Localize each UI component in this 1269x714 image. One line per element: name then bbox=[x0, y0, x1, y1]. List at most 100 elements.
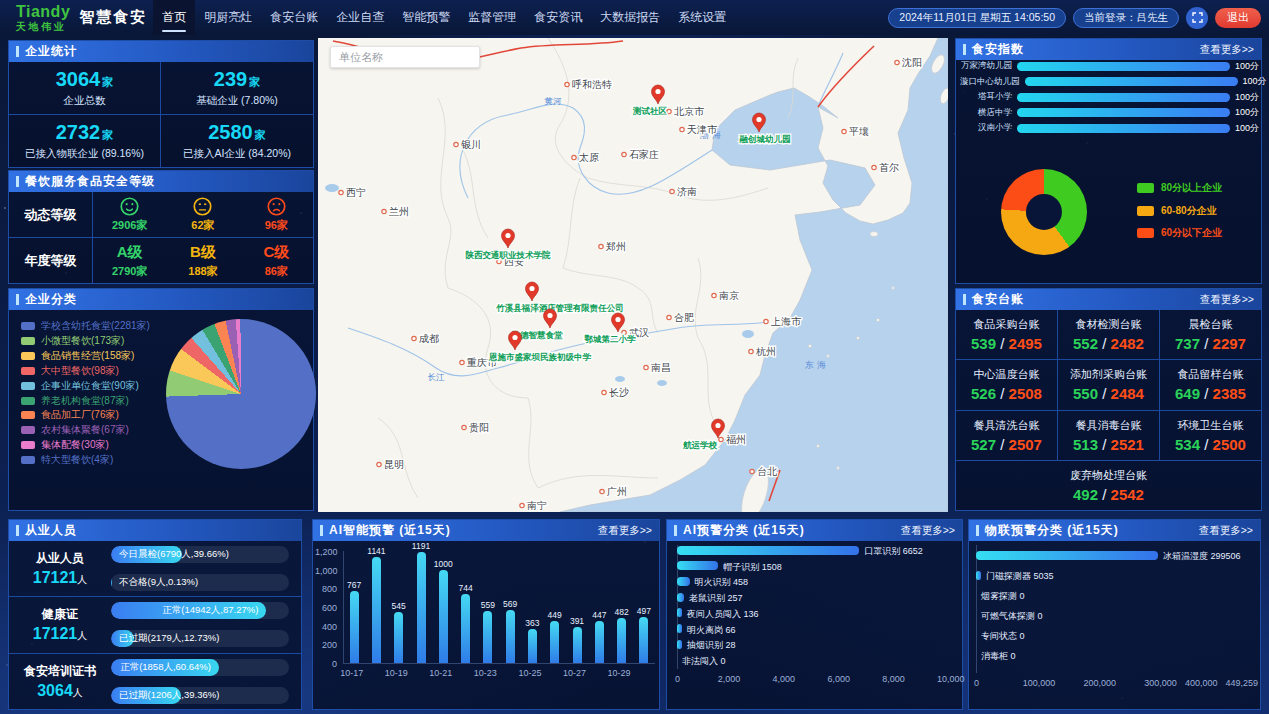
view-more-link[interactable]: 查看更多>> bbox=[1200, 293, 1254, 307]
panel-title: 食安指数 bbox=[972, 41, 1024, 58]
category-bar bbox=[677, 561, 718, 570]
nav-item-食安资讯[interactable]: 食安资讯 bbox=[525, 0, 591, 35]
index-name: 万家湾幼儿园 bbox=[960, 60, 1012, 72]
logout-button[interactable]: 退出 bbox=[1215, 8, 1261, 28]
x-axis-label: 10-19 bbox=[385, 668, 408, 678]
category-bar bbox=[677, 546, 859, 555]
trend-bar-value: 482 bbox=[614, 607, 628, 617]
x-axis-label: 200,000 bbox=[1084, 678, 1117, 688]
city-label: 贵阳 bbox=[469, 422, 489, 433]
city-marker bbox=[412, 336, 416, 340]
trend-bar bbox=[372, 557, 381, 663]
view-more-link[interactable]: 查看更多>> bbox=[1200, 43, 1254, 57]
city-label: 昆明 bbox=[384, 459, 404, 470]
index-bar-track bbox=[1017, 62, 1230, 71]
legend-item: 学校含幼托食堂(2281家) bbox=[21, 320, 150, 332]
stat-label: 已接入AI企业 (84.20%) bbox=[183, 147, 291, 161]
china-map[interactable]: 渤海东海黄河长江沈阳呼和浩特北京市天津市石家庄太原济南银川西宁兰州郑州西安南京合… bbox=[318, 38, 948, 512]
category-label: 明火识别 458 bbox=[695, 576, 749, 589]
city-label: 沈阳 bbox=[901, 57, 922, 68]
city-label: 杭州 bbox=[755, 346, 776, 357]
trend-bar bbox=[483, 611, 492, 663]
city-label: 长沙 bbox=[609, 387, 629, 398]
fullscreen-button[interactable] bbox=[1186, 7, 1208, 29]
nav-item-首页[interactable]: 首页 bbox=[153, 0, 195, 35]
staff-label: 食安培训证书 bbox=[24, 663, 96, 680]
city-marker bbox=[667, 109, 671, 113]
trend-bar-value: 449 bbox=[548, 610, 562, 620]
nav-item-智能预警[interactable]: 智能预警 bbox=[393, 0, 459, 35]
city-label: 合肥 bbox=[674, 312, 694, 323]
donut-legend-label: 60-80分企业 bbox=[1161, 204, 1217, 218]
legend-label: 特大型餐饮(4家) bbox=[41, 453, 113, 467]
nav-item-监督管理[interactable]: 监督管理 bbox=[459, 0, 525, 35]
nav-item-食安台账[interactable]: 食安台账 bbox=[261, 0, 327, 35]
category-label: 可燃气体探测 0 bbox=[981, 610, 1043, 623]
app-title: 智慧食安 bbox=[79, 8, 147, 27]
tiandy-logo: Tiandy 天地伟业 bbox=[16, 4, 70, 32]
nav-item-企业自查[interactable]: 企业自查 bbox=[327, 0, 393, 35]
category-bar bbox=[976, 571, 981, 580]
category-label: 夜间人员闯入 136 bbox=[687, 608, 759, 621]
legend-label: 企事业单位食堂(90家) bbox=[41, 379, 139, 393]
y-axis-line bbox=[976, 545, 977, 673]
site-pin-label: 测试社区 bbox=[632, 106, 668, 116]
index-row: 塔耳小学 100分 bbox=[960, 91, 1261, 103]
current-user-badge: 当前登录：吕先生 bbox=[1073, 8, 1179, 28]
x-axis-label: 10-25 bbox=[518, 668, 541, 678]
staff-row: 健康证 17121人 正常(14942人,87.27%) 已过期(2179人,12.7… bbox=[9, 597, 301, 653]
dynamic-grade-item: 62家 bbox=[166, 192, 239, 237]
nav-item-系统设置[interactable]: 系统设置 bbox=[669, 0, 735, 35]
panel-enterprise-stats: 企业统计 3064家企业总数239家基础企业 (7.80%)2732家已接入物联… bbox=[8, 40, 314, 168]
index-name: 塔耳小学 bbox=[960, 91, 1012, 103]
stat-cell: 3064家企业总数 bbox=[9, 62, 161, 115]
trend-bar-value: 1000 bbox=[434, 559, 453, 569]
index-score: 100分 bbox=[1235, 91, 1259, 104]
panel-title: AI预警分类 (近15天) bbox=[683, 522, 805, 539]
legend-label: 食品加工厂(76家) bbox=[41, 408, 119, 422]
city-label: 平壤 bbox=[849, 126, 869, 137]
ledger-row: 食品采购台账539 / 2495食材检测台账552 / 2482晨检台账737 … bbox=[956, 310, 1261, 360]
panel-title: 企业统计 bbox=[25, 43, 77, 60]
category-label: 专间状态 0 bbox=[981, 630, 1025, 643]
nav-menu: 首页明厨亮灶食安台账企业自查智能预警监督管理食安资讯大数据报告系统设置 bbox=[153, 0, 735, 35]
index-bar-track bbox=[1017, 108, 1230, 117]
donut-legend-label: 60分以下企业 bbox=[1161, 226, 1222, 240]
panel-title: 物联预警分类 (近15天) bbox=[985, 522, 1119, 539]
ledger-cell: 添加剂采购台账550 / 2484 bbox=[1058, 360, 1160, 409]
category-label: 抽烟识别 28 bbox=[687, 639, 736, 652]
view-more-link[interactable]: 查看更多>> bbox=[901, 524, 955, 538]
city-marker bbox=[600, 489, 604, 493]
city-label: 首尔 bbox=[879, 162, 899, 173]
y-axis-label: 800 bbox=[315, 584, 337, 594]
ledger-name: 废弃物处理台账 bbox=[1070, 468, 1147, 483]
legend-item: 小微型餐饮(173家) bbox=[21, 335, 124, 347]
index-bar-fill bbox=[1025, 77, 1238, 86]
datetime-badge: 2024年11月01日 星期五 14:05:50 bbox=[888, 8, 1066, 28]
trend-bar bbox=[506, 610, 515, 663]
index-bar-fill bbox=[1017, 124, 1230, 133]
y-axis-label: 200 bbox=[315, 640, 337, 650]
staff-bar: 正常(14942人,87.27%) bbox=[111, 602, 289, 619]
staff-value: 17121人 bbox=[33, 625, 88, 643]
trend-bar-value: 1191 bbox=[412, 541, 430, 551]
staff-bar: 已过期(2179人,12.73%) bbox=[111, 630, 289, 647]
nav-item-大数据报告[interactable]: 大数据报告 bbox=[591, 0, 669, 35]
index-row: 万家湾幼儿园100分 bbox=[960, 60, 1261, 72]
city-marker bbox=[599, 244, 603, 248]
unit-search-input[interactable]: 单位名称 bbox=[330, 46, 480, 68]
nav-item-明厨亮灶[interactable]: 明厨亮灶 bbox=[195, 0, 261, 35]
ledger-grid: 食品采购台账539 / 2495食材检测台账552 / 2482晨检台账737 … bbox=[956, 310, 1261, 510]
grade-letter: C级 bbox=[263, 243, 289, 262]
stat-label: 已接入物联企业 (89.16%) bbox=[25, 147, 144, 161]
dashboard: { "nav": { "logo_line1": "Tiandy", "logo… bbox=[0, 0, 1269, 714]
category-bar bbox=[677, 577, 690, 586]
x-axis-label: 10-17 bbox=[340, 668, 363, 678]
ledger-values: 539 / 2495 bbox=[971, 335, 1042, 352]
view-more-link[interactable]: 查看更多>> bbox=[598, 524, 652, 538]
trend-bar bbox=[417, 552, 426, 663]
x-axis-label: 6,000 bbox=[827, 674, 850, 684]
view-more-link[interactable]: 查看更多>> bbox=[1199, 524, 1253, 538]
legend-item: 大中型餐饮(98家) bbox=[21, 365, 119, 377]
staff-label: 健康证 bbox=[42, 606, 78, 623]
